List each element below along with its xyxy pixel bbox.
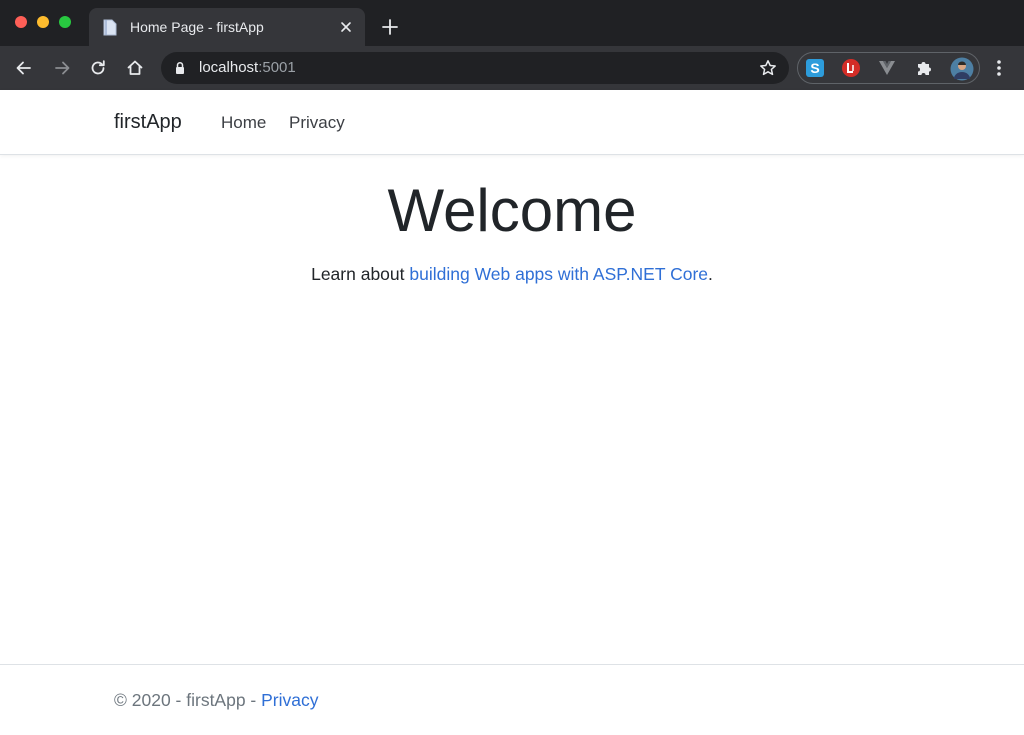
intro-prefix: Learn about <box>311 264 410 284</box>
site-navbar: firstApp Home Privacy <box>0 90 1024 155</box>
url-port: :5001 <box>258 59 296 76</box>
back-icon[interactable] <box>14 58 34 78</box>
minimize-window-button[interactable] <box>37 16 49 28</box>
vue-devtools-icon[interactable] <box>877 58 897 78</box>
lastpass-extension-icon[interactable] <box>841 58 861 78</box>
url-text: localhost:5001 <box>199 59 296 76</box>
zoom-window-button[interactable] <box>59 16 71 28</box>
home-icon[interactable] <box>125 58 145 78</box>
footer-privacy-link[interactable]: Privacy <box>261 690 318 710</box>
tab-strip: Home Page - firstApp <box>0 0 1024 46</box>
page-footer: © 2020 - firstApp - Privacy <box>0 664 1024 735</box>
url-host: localhost <box>199 59 259 76</box>
s-extension-icon[interactable]: S <box>805 58 825 78</box>
tab-title: Home Page - firstApp <box>130 19 264 35</box>
intro-suffix: . <box>708 264 713 284</box>
brand-link[interactable]: firstApp <box>114 111 182 134</box>
puzzle-extensions-icon[interactable] <box>914 58 934 78</box>
star-icon[interactable] <box>758 58 778 78</box>
reload-icon[interactable] <box>88 58 108 78</box>
footer-text: © 2020 - firstApp - Privacy <box>114 690 319 711</box>
browser-toolbar: localhost:5001 S <box>0 46 1024 90</box>
nav-link-privacy[interactable]: Privacy <box>289 113 345 133</box>
lock-icon[interactable] <box>174 61 186 75</box>
close-window-button[interactable] <box>15 16 27 28</box>
more-vert-icon[interactable] <box>990 58 1008 78</box>
address-bar[interactable]: localhost:5001 <box>161 52 789 84</box>
browser-tab[interactable]: Home Page - firstApp <box>89 8 365 46</box>
aspnet-docs-link[interactable]: building Web apps with ASP.NET Core <box>409 264 708 284</box>
close-tab-icon[interactable] <box>337 18 355 36</box>
page-title: Welcome <box>387 177 637 244</box>
nav-link-home[interactable]: Home <box>221 113 266 133</box>
page-icon <box>103 19 117 36</box>
forward-icon[interactable] <box>52 58 72 78</box>
intro-text: Learn about building Web apps with ASP.N… <box>0 264 1024 285</box>
svg-text:S: S <box>810 60 819 76</box>
profile-avatar[interactable] <box>950 57 974 81</box>
copyright-text: © 2020 - firstApp - <box>114 690 262 710</box>
plus-icon[interactable] <box>380 17 400 37</box>
